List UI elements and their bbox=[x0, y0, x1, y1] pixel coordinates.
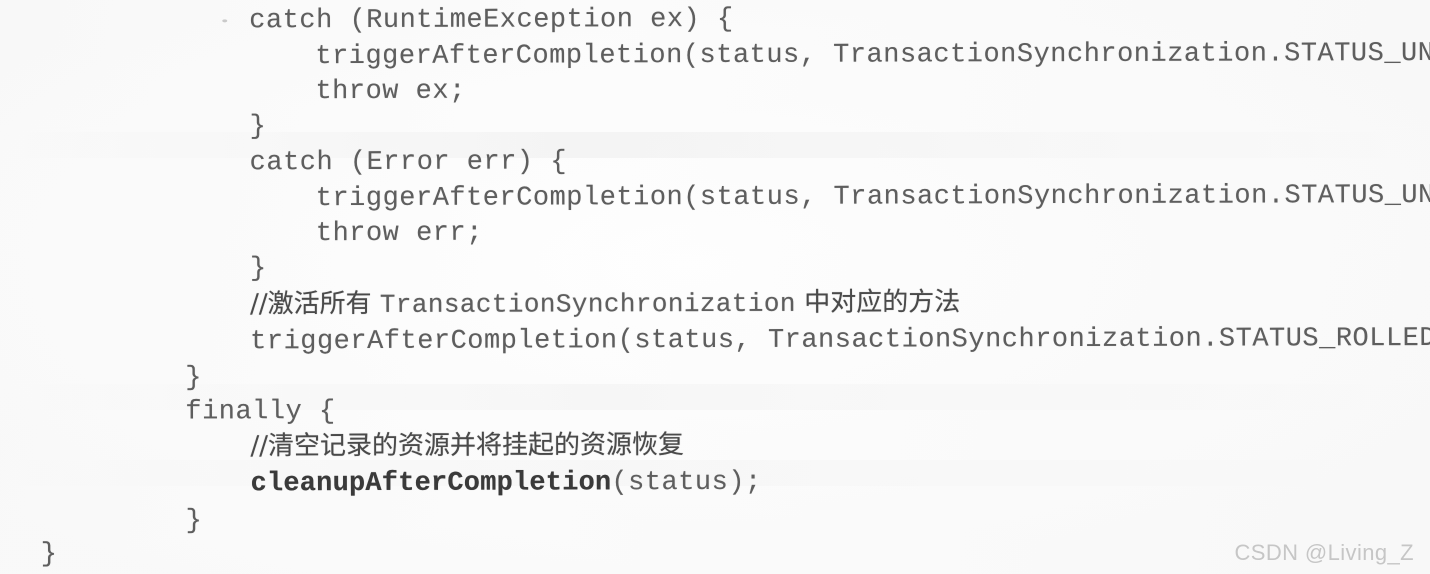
code-line: throw ex; bbox=[315, 76, 466, 108]
code-line: } bbox=[40, 539, 58, 570]
code-listing: catch (RuntimeException ex) { triggerAft… bbox=[0, 0, 1430, 574]
method-call-args: (status); bbox=[611, 467, 762, 499]
code-line: throw err; bbox=[315, 218, 483, 250]
comment-text-cjk-tail: 中对应的方法 bbox=[795, 287, 961, 318]
code-line: } bbox=[249, 112, 267, 143]
code-line: catch (Error err) { bbox=[249, 147, 568, 179]
code-line: } bbox=[185, 363, 202, 394]
code-line: triggerAfterCompletion(status, Transacti… bbox=[250, 323, 1430, 358]
code-line: triggerAfterCompletion(status, Transacti… bbox=[315, 180, 1430, 215]
method-call-name: cleanupAfterCompletion bbox=[250, 468, 612, 500]
code-line: } bbox=[185, 506, 203, 537]
comment-text-cjk: //激活所有 bbox=[250, 288, 380, 320]
csdn-watermark: CSDN @Living_Z bbox=[1234, 540, 1414, 565]
code-comment-line: //清空记录的资源并将挂起的资源恢复 bbox=[250, 430, 685, 462]
code-line: triggerAfterCompletion(status, Transacti… bbox=[315, 38, 1430, 73]
code-line: catch (RuntimeException ex) { bbox=[249, 4, 734, 37]
scanned-page: catch (RuntimeException ex) { triggerAft… bbox=[0, 0, 1430, 574]
code-line: } bbox=[249, 254, 267, 285]
code-line: finally { bbox=[185, 397, 336, 428]
code-line: cleanupAfterCompletion(status); bbox=[251, 468, 762, 499]
scan-speck bbox=[222, 19, 228, 23]
comment-text-identifier: TransactionSynchronization bbox=[379, 288, 796, 320]
code-comment-line: //激活所有 TransactionSynchronization 中对应的方法 bbox=[250, 287, 960, 320]
